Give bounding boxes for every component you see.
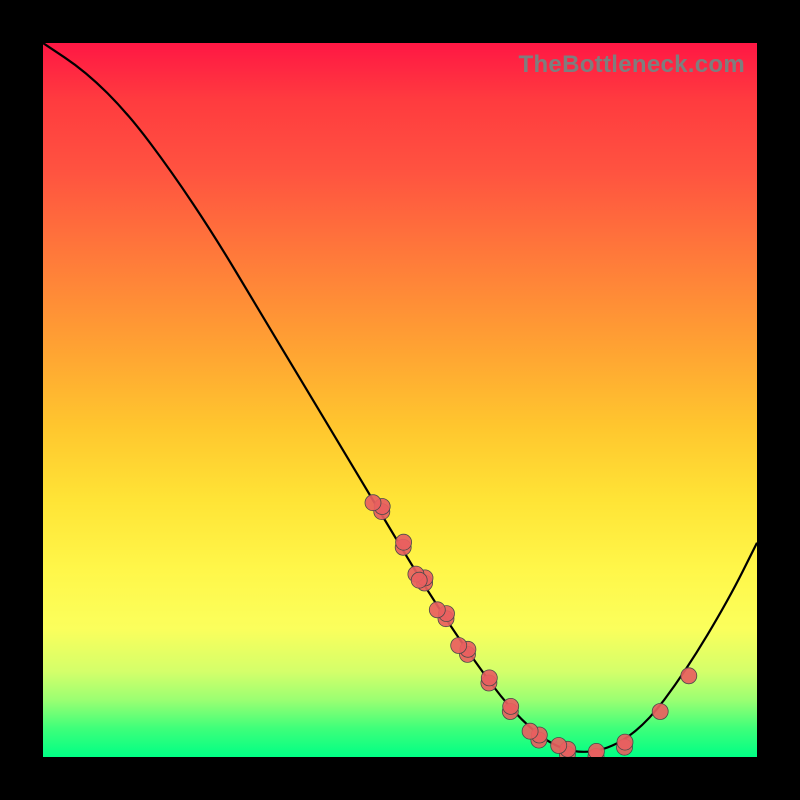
data-dot <box>522 723 538 739</box>
data-dot <box>617 734 633 750</box>
data-dots-group <box>365 495 697 757</box>
curve-line <box>43 43 757 752</box>
data-dot <box>365 495 381 511</box>
data-dot <box>652 704 668 720</box>
data-dot <box>411 572 427 588</box>
data-dot <box>396 534 412 550</box>
data-dot <box>429 602 445 618</box>
data-dot <box>481 670 497 686</box>
chart-frame: TheBottleneck.com <box>43 43 757 757</box>
data-dot <box>503 698 519 714</box>
data-dot <box>681 668 697 684</box>
bottleneck-curve-chart <box>43 43 757 757</box>
data-dot <box>588 743 604 757</box>
data-dot <box>451 638 467 654</box>
data-dot <box>551 738 567 754</box>
